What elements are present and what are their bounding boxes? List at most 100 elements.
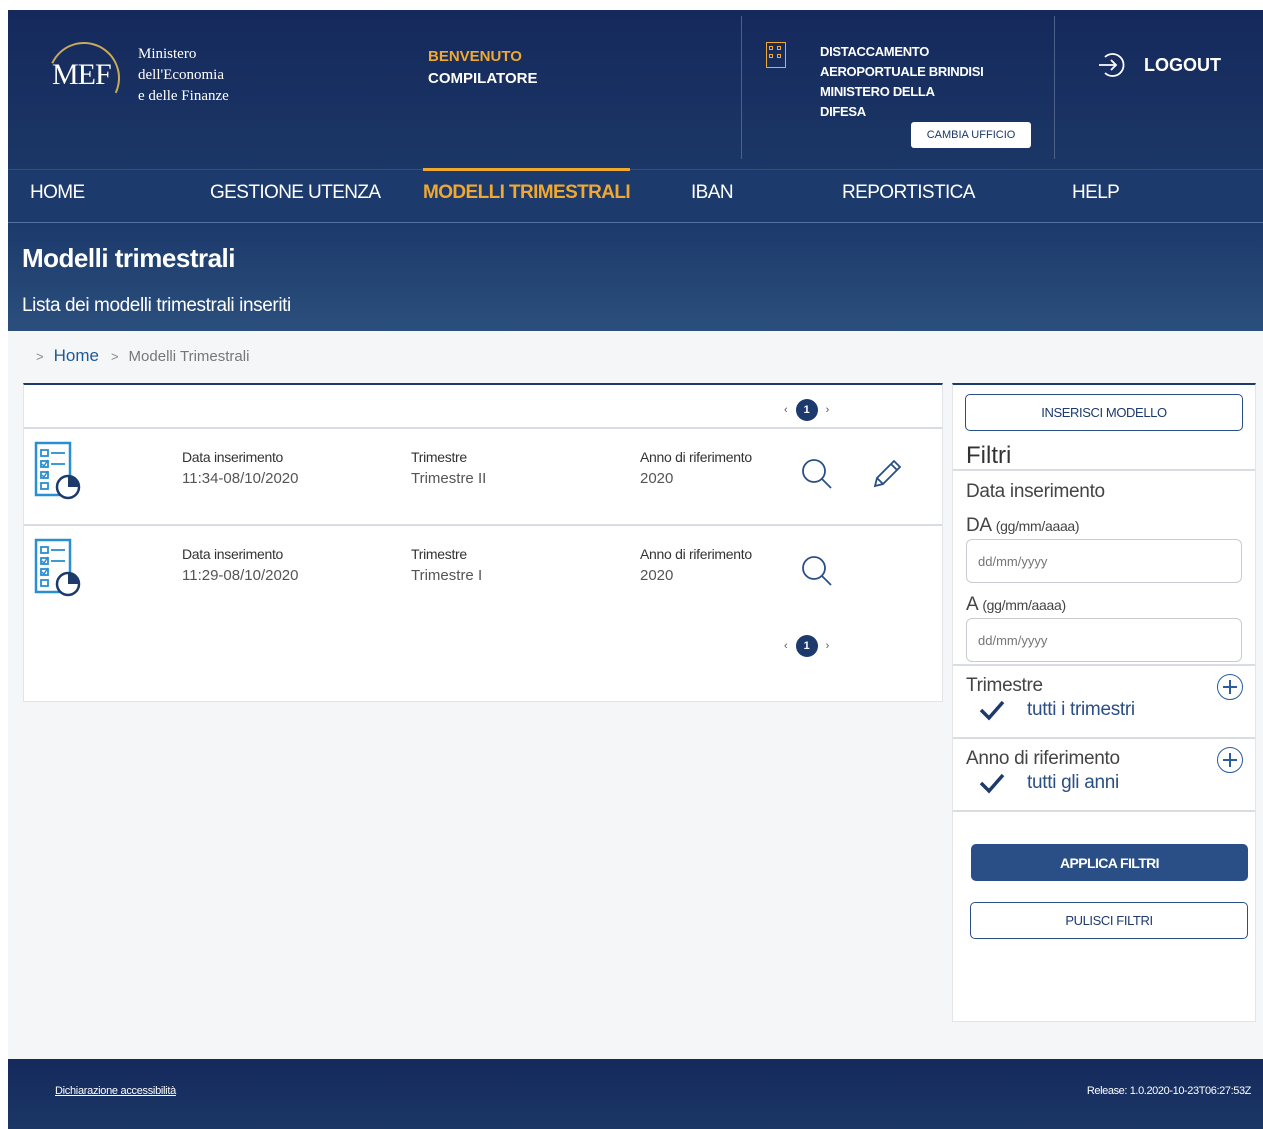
footer: Dichiarazione accessibilità Release: 1.0… xyxy=(8,1059,1263,1129)
from-date-input[interactable] xyxy=(966,539,1242,583)
record-year-value: 2020 xyxy=(640,567,674,584)
insert-model-button[interactable]: INSERISCI MODELLO xyxy=(965,394,1243,431)
user-role: COMPILATORE xyxy=(428,70,538,87)
record-quarter-label: Trimestre xyxy=(411,546,467,562)
pagination-page-1[interactable]: 1 xyxy=(795,635,818,657)
header-divider xyxy=(741,16,742,159)
record-date: Data inserimento 11:34-08/10/2020 xyxy=(182,447,299,489)
filters-panel: INSERISCI MODELLO Filtri Data inseriment… xyxy=(952,383,1256,1022)
record-year-label: Anno di riferimento xyxy=(640,546,752,562)
breadcrumb-home-link[interactable]: Home xyxy=(54,346,99,366)
breadcrumb-separator: > xyxy=(110,348,119,364)
date-filter-title: Data inserimento xyxy=(966,481,1105,502)
to-date-input[interactable] xyxy=(966,618,1242,662)
logo-line-3: e delle Finanze xyxy=(138,88,229,104)
welcome-message: BENVENUTO COMPILATORE xyxy=(428,46,537,90)
record-date-value: 11:34-08/10/2020 xyxy=(182,470,299,487)
header: MEF Ministero dell'Economia e delle Fina… xyxy=(8,10,1263,169)
header-divider xyxy=(1054,16,1055,159)
office-line: AEROPORTUALE BRINDISI xyxy=(820,64,984,79)
record-year: Anno di riferimento 2020 xyxy=(640,544,752,586)
nav-item-gestione-utenza[interactable]: GESTIONE UTENZA xyxy=(210,170,381,222)
divider xyxy=(953,737,1255,739)
record-quarter-label: Trimestre xyxy=(411,449,467,465)
change-office-button[interactable]: CAMBIA UFFICIO xyxy=(911,122,1031,148)
breadcrumb-current: Modelli Trimestrali xyxy=(128,347,250,365)
pagination-prev[interactable]: ‹ xyxy=(784,404,788,416)
list-item: Data inserimento 11:29-08/10/2020 Trimes… xyxy=(24,524,942,622)
divider xyxy=(953,664,1255,666)
logo-line-2: dell'Economia xyxy=(138,67,225,83)
pencil-edit-icon[interactable] xyxy=(870,457,904,491)
pagination-bottom: ‹ 1 › xyxy=(784,635,829,657)
to-date-hint: (gg/mm/aaaa) xyxy=(982,597,1066,613)
list-item: Data inserimento 11:34-08/10/2020 Trimes… xyxy=(24,427,942,525)
search-icon[interactable] xyxy=(800,554,834,588)
quarter-filter-title: Trimestre xyxy=(966,675,1043,696)
pagination-page-1[interactable]: 1 xyxy=(795,399,818,421)
pagination-next[interactable]: › xyxy=(826,640,830,652)
record-date-value: 11:29-08/10/2020 xyxy=(182,567,299,584)
divider xyxy=(953,810,1255,812)
release-version: Release: 1.0.2020-10-23T06:27:53Z xyxy=(1086,1085,1252,1097)
logo-mef-text: MEF xyxy=(52,58,112,91)
logout-label: LOGOUT xyxy=(1144,54,1221,75)
office-line: DIFESA xyxy=(820,104,866,119)
nav-item-reportistica[interactable]: REPORTISTICA xyxy=(842,170,975,222)
record-quarter: Trimestre Trimestre II xyxy=(411,447,486,489)
filters-title: Filtri xyxy=(966,442,1012,469)
building-icon xyxy=(766,42,786,68)
apply-filters-button[interactable]: APPLICA FILTRI xyxy=(971,844,1248,881)
from-date-label-text: DA xyxy=(966,515,991,536)
record-quarter-value: Trimestre II xyxy=(411,470,487,487)
accessibility-statement-link[interactable]: Dichiarazione accessibilità xyxy=(55,1085,176,1097)
divider xyxy=(953,469,1255,471)
year-filter-title: Anno di riferimento xyxy=(966,748,1120,769)
record-date-label: Data inserimento xyxy=(182,449,284,465)
all-quarters-label: tutti i trimestri xyxy=(1027,699,1135,720)
clear-filters-button[interactable]: PULISCI FILTRI xyxy=(970,902,1248,939)
welcome-label: BENVENUTO xyxy=(428,48,522,65)
all-years-label: tutti gli anni xyxy=(1027,772,1119,793)
document-checklist-icon xyxy=(34,441,81,500)
pagination-next[interactable]: › xyxy=(826,404,830,416)
logo-line-1: Ministero xyxy=(138,46,197,62)
logout-button[interactable]: LOGOUT xyxy=(1096,50,1221,80)
record-quarter: Trimestre Trimestre I xyxy=(411,544,482,586)
record-year-value: 2020 xyxy=(640,470,674,487)
office-name: DISTACCAMENTO AEROPORTUALE BRINDISI MINI… xyxy=(820,42,984,122)
record-date: Data inserimento 11:29-08/10/2020 xyxy=(182,544,299,586)
page-subtitle: Lista dei modelli trimestrali inseriti xyxy=(22,295,291,316)
nav-item-iban[interactable]: IBAN xyxy=(691,170,734,222)
record-date-label: Data inserimento xyxy=(182,546,284,562)
pagination-prev[interactable]: ‹ xyxy=(784,640,788,652)
record-year: Anno di riferimento 2020 xyxy=(640,447,752,489)
document-checklist-icon xyxy=(34,538,81,597)
logo-ministry-name: Ministero dell'Economia e delle Finanze xyxy=(138,44,229,107)
all-quarters-checkbox[interactable]: tutti i trimestri xyxy=(979,699,1135,721)
from-date-hint: (gg/mm/aaaa) xyxy=(995,518,1080,534)
page: MEF Ministero dell'Economia e delle Fina… xyxy=(8,10,1263,1129)
pagination-top: ‹ 1 › xyxy=(784,399,829,421)
all-years-checkbox[interactable]: tutti gli anni xyxy=(979,772,1119,794)
to-date-label-text: A xyxy=(966,594,978,615)
nav-item-help[interactable]: HELP xyxy=(1072,170,1120,222)
main-nav: HOME GESTIONE UTENZA MODELLI TRIMESTRALI… xyxy=(8,168,1263,223)
nav-item-home[interactable]: HOME xyxy=(30,170,85,222)
checkmark-icon xyxy=(979,700,1005,721)
breadcrumb: > Home > Modelli Trimestrali xyxy=(36,346,249,366)
checkmark-icon xyxy=(979,773,1005,794)
page-title-band: Modelli trimestrali Lista dei modelli tr… xyxy=(8,223,1263,331)
page-title: Modelli trimestrali xyxy=(22,243,236,273)
expand-quarter-plus-icon[interactable] xyxy=(1217,674,1243,700)
search-icon[interactable] xyxy=(800,457,834,491)
to-date-label: A (gg/mm/aaaa) xyxy=(966,594,1066,616)
nav-item-modelli-trimestrali[interactable]: MODELLI TRIMESTRALI xyxy=(423,168,631,222)
from-date-label: DA (gg/mm/aaaa) xyxy=(966,515,1080,537)
office-line: DISTACCAMENTO xyxy=(820,44,930,59)
record-year-label: Anno di riferimento xyxy=(640,449,752,465)
breadcrumb-separator: > xyxy=(36,348,44,364)
record-quarter-value: Trimestre I xyxy=(411,567,483,584)
logout-icon xyxy=(1099,53,1125,77)
expand-year-plus-icon[interactable] xyxy=(1217,747,1243,773)
